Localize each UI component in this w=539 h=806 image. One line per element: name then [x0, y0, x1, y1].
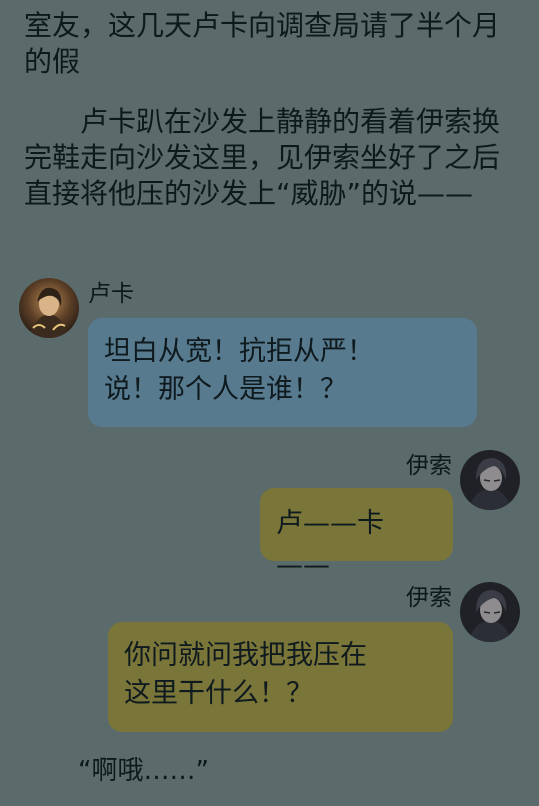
luka-avatar-icon[interactable]: [19, 278, 79, 338]
chat-bubble-isuo-1[interactable]: 卢——卡——: [260, 488, 453, 581]
isuo-avatar-icon[interactable]: [460, 582, 520, 642]
sender-name-luka: 卢卡: [88, 281, 134, 307]
isuo-avatar-icon[interactable]: [460, 450, 520, 510]
sender-name-isuo: 伊索: [406, 453, 452, 479]
story-paragraph-2: 卢卡趴在沙发上静静的看着伊索换完鞋走向沙发这里，见伊索坐好了之后直接将他压的沙发…: [24, 105, 501, 210]
chat-bubble-luka[interactable]: 坦白从宽！抗拒从严！ 说！那个人是谁！？: [88, 318, 477, 427]
closing-line: “啊哦……”: [78, 756, 209, 786]
bubble-line: 你问就问我把我压在: [124, 640, 367, 671]
chat-bubble-isuo-2[interactable]: 你问就问我把我压在 这里干什么！？: [108, 622, 453, 732]
bubble-line: 卢——卡——: [276, 508, 384, 581]
sender-name-isuo: 伊索: [406, 585, 452, 611]
bubble-line: 这里干什么！？: [124, 678, 313, 709]
story-paragraph-1: 室友，这几天卢卡向调查局请了半个月的假: [24, 9, 501, 78]
bubble-line: 坦白从宽！抗拒从严！: [104, 336, 374, 367]
bubble-line: 说！那个人是谁！？: [104, 374, 347, 405]
